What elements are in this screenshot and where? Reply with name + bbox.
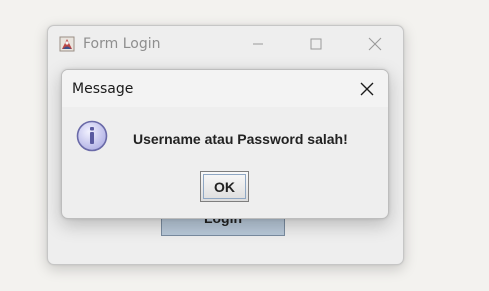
- dialog-title: Message: [72, 81, 134, 97]
- ok-button[interactable]: OK: [200, 171, 249, 202]
- form-login-titlebar[interactable]: Form Login: [48, 26, 403, 62]
- minimize-icon[interactable]: [244, 32, 272, 56]
- info-icon: [76, 120, 108, 152]
- window-title: Form Login: [83, 36, 161, 52]
- desktop: Form Login Login Message: [0, 0, 489, 291]
- message-dialog: Message Username atau Password salah! OK: [61, 69, 389, 219]
- maximize-icon[interactable]: [302, 32, 330, 56]
- ok-button-label: OK: [203, 174, 246, 199]
- close-icon[interactable]: [354, 77, 380, 101]
- close-icon[interactable]: [361, 32, 389, 56]
- java-cup-icon: [58, 35, 76, 53]
- message-dialog-titlebar[interactable]: Message: [62, 70, 388, 107]
- error-message: Username atau Password salah!: [133, 131, 348, 147]
